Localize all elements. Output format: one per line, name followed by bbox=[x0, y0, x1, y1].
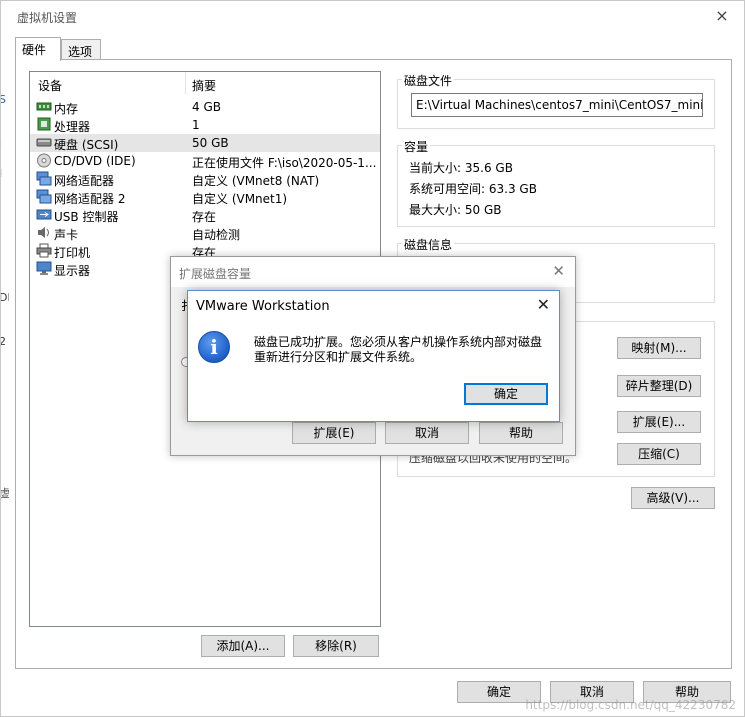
column-summary[interactable]: 摘要 bbox=[192, 77, 216, 94]
column-device[interactable]: 设备 bbox=[38, 77, 62, 94]
system-free-space: 系统可用空间: 63.3 GB bbox=[409, 182, 537, 196]
device-name: 硬盘 (SCSI) bbox=[54, 138, 119, 152]
device-name: CD/DVD (IDE) bbox=[54, 154, 136, 168]
current-size: 当前大小: 35.6 GB bbox=[409, 161, 513, 175]
expand-dialog-title-bar: 扩展磁盘容量 ✕ bbox=[171, 257, 575, 287]
device-summary: 1 bbox=[192, 118, 200, 132]
close-icon[interactable]: ✕ bbox=[552, 262, 565, 280]
message-text: 磁盘已成功扩展。您必须从客户机操作系统内部对磁盘重新进行分区和扩展文件系统。 bbox=[254, 335, 543, 364]
device-list-header: 设备 摘要 bbox=[30, 72, 380, 94]
close-icon[interactable]: × bbox=[712, 6, 732, 26]
title-bar: 虚拟机设置 × bbox=[1, 1, 744, 31]
network-icon bbox=[36, 171, 52, 186]
edge-text: DE bbox=[1, 291, 9, 304]
edge-text: I bbox=[1, 167, 2, 180]
device-row-network-2[interactable]: 网络适配器 2 自定义 (VMnet1) bbox=[30, 188, 380, 206]
expand-confirm-button[interactable]: 扩展(E) bbox=[292, 422, 376, 444]
disk-info-title: 磁盘信息 bbox=[402, 236, 455, 253]
message-ok-button[interactable]: 确定 bbox=[464, 383, 548, 405]
expand-dialog-title: 扩展磁盘容量 bbox=[179, 267, 252, 281]
defragment-button[interactable]: 碎片整理(D) bbox=[617, 375, 701, 397]
expand-cancel-button[interactable]: 取消 bbox=[385, 422, 469, 444]
device-row-cdrom[interactable]: CD/DVD (IDE) 正在使用文件 F:\iso\2020-05-1... bbox=[30, 152, 380, 170]
close-icon[interactable]: ✕ bbox=[537, 295, 550, 314]
device-row-sound[interactable]: 声卡 自动检测 bbox=[30, 224, 380, 242]
device-row-processor[interactable]: 处理器 1 bbox=[30, 116, 380, 134]
cdrom-icon bbox=[37, 153, 51, 168]
harddisk-icon bbox=[36, 138, 52, 147]
max-size: 最大大小: 50 GB bbox=[409, 203, 502, 217]
sound-icon bbox=[38, 227, 49, 238]
window-title: 虚拟机设置 bbox=[17, 11, 78, 25]
map-button[interactable]: 映射(M)... bbox=[617, 337, 701, 359]
vmware-message-box: VMware Workstation ✕ i 磁盘已成功扩展。您必须从客户机操作… bbox=[187, 290, 560, 422]
device-summary: 存在 bbox=[192, 210, 217, 224]
device-row-usb[interactable]: USB 控制器 存在 bbox=[30, 206, 380, 224]
device-summary: 自定义 (VMnet1) bbox=[192, 192, 288, 206]
vm-settings-window: 虚拟机设置 × S l I DE 2 虚 硬件 选项 设备 摘要 内存 4 GB… bbox=[0, 0, 745, 717]
device-summary: 自动检测 bbox=[192, 228, 241, 242]
column-divider[interactable] bbox=[185, 72, 186, 94]
device-summary: 正在使用文件 F:\iso\2020-05-1... bbox=[192, 156, 377, 170]
device-name: 内存 bbox=[54, 102, 79, 116]
cpu-icon bbox=[37, 117, 51, 131]
device-summary: 50 GB bbox=[192, 136, 229, 150]
message-title: VMware Workstation bbox=[196, 299, 330, 314]
network-icon bbox=[36, 189, 52, 204]
expand-help-button[interactable]: 帮助 bbox=[479, 422, 563, 444]
disk-file-path-field[interactable]: E:\Virtual Machines\centos7_mini\CentOS7… bbox=[411, 93, 703, 117]
background-window-edge: S l I DE 2 虚 bbox=[1, 91, 9, 521]
remove-device-button[interactable]: 移除(R) bbox=[293, 635, 379, 657]
info-icon: i bbox=[198, 331, 230, 363]
device-summary: 4 GB bbox=[192, 100, 221, 114]
memory-icon bbox=[36, 102, 52, 111]
monitor-icon bbox=[36, 261, 52, 275]
device-name: 打印机 bbox=[54, 246, 91, 260]
device-name: 网络适配器 bbox=[54, 174, 115, 188]
edge-text: 虚 bbox=[1, 487, 9, 500]
expand-button[interactable]: 扩展(E)... bbox=[617, 411, 701, 433]
edge-text: 2 bbox=[1, 335, 6, 348]
edge-text: S bbox=[1, 93, 6, 106]
watermark: https://blog.csdn.net/qq_42230782 bbox=[525, 698, 736, 712]
device-row-harddisk[interactable]: 硬盘 (SCSI) 50 GB bbox=[30, 134, 380, 152]
printer-icon bbox=[36, 243, 52, 258]
device-name: USB 控制器 bbox=[54, 210, 119, 224]
device-name: 网络适配器 2 bbox=[54, 192, 126, 206]
tab-options[interactable]: 选项 bbox=[61, 39, 101, 61]
tab-hardware[interactable]: 硬件 bbox=[15, 37, 61, 61]
device-name: 处理器 bbox=[54, 120, 91, 134]
usb-icon bbox=[36, 209, 52, 220]
advanced-button[interactable]: 高级(V)... bbox=[631, 487, 715, 509]
disk-file-title: 磁盘文件 bbox=[402, 72, 455, 89]
device-row-network-1[interactable]: 网络适配器 自定义 (VMnet8 (NAT) bbox=[30, 170, 380, 188]
device-name: 显示器 bbox=[54, 264, 91, 278]
capacity-title: 容量 bbox=[402, 138, 431, 155]
compact-button[interactable]: 压缩(C) bbox=[617, 443, 701, 465]
device-summary: 自定义 (VMnet8 (NAT) bbox=[192, 174, 320, 188]
edge-text: l bbox=[1, 137, 2, 150]
device-name: 声卡 bbox=[54, 228, 79, 242]
add-device-button[interactable]: 添加(A)... bbox=[201, 635, 285, 657]
device-row-memory[interactable]: 内存 4 GB bbox=[30, 98, 380, 116]
